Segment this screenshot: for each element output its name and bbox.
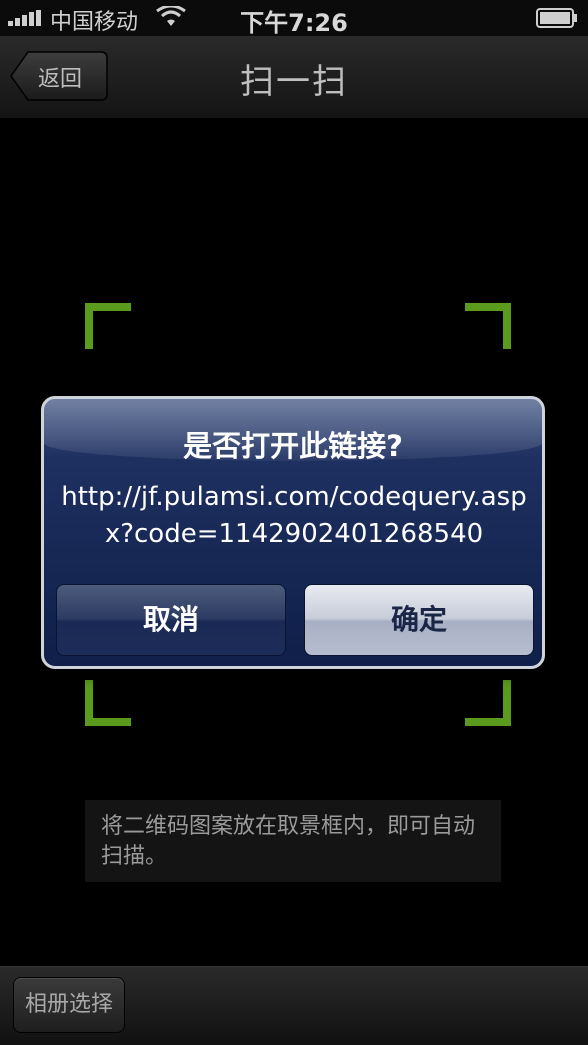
alert-message: http://jf.pulamsi.com/codequery.aspx?cod…	[61, 482, 527, 549]
select-from-album-button[interactable]: 相册选择	[13, 977, 125, 1033]
navigation-bar: 返回 扫一扫	[0, 36, 588, 119]
scan-frame-corner-top-left	[85, 303, 131, 349]
status-bar: 中国移动 下午7:26	[0, 0, 588, 37]
page-title: 扫一扫	[240, 62, 348, 102]
cancel-button[interactable]: 取消	[56, 584, 286, 656]
status-time: 下午7:26	[240, 9, 348, 37]
bottom-toolbar: 相册选择	[0, 966, 588, 1045]
scan-hint: 将二维码图案放在取景框内，即可自动扫描。	[85, 800, 501, 882]
scan-frame-corner-bottom-right	[465, 680, 511, 726]
scan-frame-corner-bottom-left	[85, 680, 131, 726]
alert-title: 是否打开此链接?	[183, 429, 403, 463]
scan-frame-corner-top-right	[465, 303, 511, 349]
battery-icon	[536, 8, 577, 28]
open-link-alert: 是否打开此链接? http://jf.pulamsi.com/codequery…	[41, 396, 545, 669]
confirm-button[interactable]: 确定	[304, 584, 534, 656]
